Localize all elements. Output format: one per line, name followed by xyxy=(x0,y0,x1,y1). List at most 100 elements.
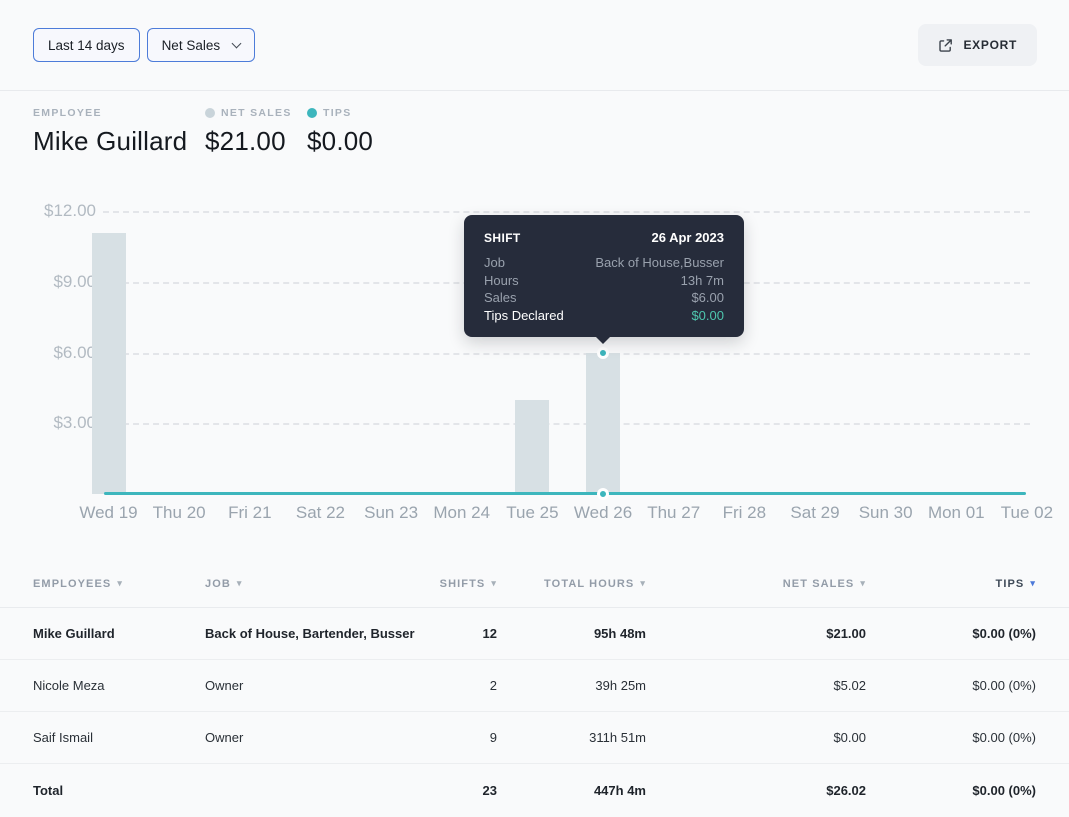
column-header-net-sales[interactable]: NET SALES ▾ xyxy=(646,578,866,590)
x-axis-label: Thu 27 xyxy=(647,503,701,522)
table-header-row: EMPLOYEES ▾ JOB ▾ SHIFTS ▾ TOTAL HOURS ▾ NET SAL… xyxy=(0,560,1069,608)
sort-arrow-icon: ▾ xyxy=(1030,578,1036,588)
cell-net-sales: $0.00 xyxy=(833,730,866,745)
gridline xyxy=(103,352,1030,355)
cell-shifts: 9 xyxy=(489,730,497,745)
tips-value: $0.00 xyxy=(307,126,374,156)
tooltip-row-label: Hours xyxy=(484,272,519,288)
tips-point-marker xyxy=(597,488,610,500)
bar-tue-25[interactable] xyxy=(515,399,550,494)
table-row-2[interactable]: Saif Ismail Owner 9 311h 51m $0.00 $0.00 (0%) xyxy=(0,712,1069,764)
cell-net-sales: $5.02 xyxy=(833,678,866,693)
tooltip-header: SHIFT 26 Apr 2023 xyxy=(484,230,724,245)
cell-shifts: 12 xyxy=(482,626,497,641)
column-header-total-hours[interactable]: TOTAL HOURS ▾ xyxy=(497,578,646,590)
tooltip-rows: Job Back of House,Busser Hours 13h 7m Sales $… xyxy=(484,254,724,324)
cell-net-sales: $21.00 xyxy=(826,626,866,641)
column-header-label: EMPLOYEES xyxy=(33,577,112,590)
tooltip-row: Tips Declared $0.00 xyxy=(484,307,724,325)
tips-dot xyxy=(307,108,317,118)
summary-header: EMPLOYEE Mike Guillard NET SALES $21.00 … xyxy=(33,107,373,157)
cell-total-hours: 95h 48m xyxy=(593,626,646,641)
sales-point-marker xyxy=(597,346,610,359)
column-header-label: SHIFTS xyxy=(439,577,486,590)
y-axis-label: $12.00 xyxy=(44,201,96,221)
x-axis-label: Tue 25 xyxy=(506,503,559,522)
cell-tips: $0.00 (0%) xyxy=(972,783,1036,798)
tooltip-date: 26 Apr 2023 xyxy=(651,230,724,245)
tooltip-row-label: Sales xyxy=(484,290,517,305)
cell-tips: $0.00 (0%) xyxy=(972,730,1036,745)
gridline xyxy=(103,211,1030,214)
x-axis-label: Mon 24 xyxy=(433,503,491,522)
x-axis-label: Sun 23 xyxy=(364,503,419,522)
table-row-1[interactable]: Nicole Meza Owner 2 39h 25m $5.02 $0.00 (0%) xyxy=(0,660,1069,712)
tooltip-row-value: $6.00 xyxy=(691,290,724,305)
tooltip-row-label: Tips Declared xyxy=(484,307,564,323)
x-axis-label: Wed 19 xyxy=(79,503,138,522)
tooltip-row-value: Back of House,Busser xyxy=(595,255,724,270)
x-axis-label: Sun 30 xyxy=(858,503,913,522)
column-header-tips[interactable]: TIPS ▾ xyxy=(866,578,1036,590)
y-axis-label: $6.00 xyxy=(53,342,96,362)
bar-wed-26[interactable] xyxy=(586,352,621,494)
metric-select-button[interactable]: Net Sales xyxy=(146,28,256,62)
column-header-label: JOB xyxy=(205,577,231,590)
tips-label: TIPS xyxy=(307,107,373,119)
column-header-shifts[interactable]: SHIFTS ▾ xyxy=(417,578,497,590)
column-header-label: TIPS xyxy=(995,577,1025,590)
date-range-label: Last 14 days xyxy=(48,37,125,53)
tooltip-row: Job Back of House,Busser xyxy=(484,254,724,272)
table-body: Mike Guillard Back of House, Bartender, B… xyxy=(0,608,1069,817)
tips-label-text: TIPS xyxy=(323,107,352,119)
y-axis-label: $3.00 xyxy=(53,413,96,433)
cell-employee: Mike Guillard xyxy=(33,626,115,641)
net-sales-label: NET SALES xyxy=(205,107,307,119)
export-button[interactable]: EXPORT xyxy=(918,24,1037,66)
employee-label: EMPLOYEE xyxy=(33,107,102,119)
x-axis-label: Fri 28 xyxy=(722,503,767,522)
cell-total-hours: 39h 25m xyxy=(595,678,646,693)
x-axis-label: Wed 26 xyxy=(573,503,633,522)
employee-sales-report-page: Last 14 days Net Sales EXPORT EMPLOYEE M… xyxy=(0,0,1069,817)
employee-name: Mike Guillard xyxy=(33,126,188,156)
employees-table: EMPLOYEES ▾ JOB ▾ SHIFTS ▾ TOTAL HOURS ▾ NET SAL… xyxy=(0,560,1069,817)
table-row-0[interactable]: Mike Guillard Back of House, Bartender, B… xyxy=(0,608,1069,660)
table-total-row[interactable]: Total 23 447h 4m $26.02 $0.00 (0%) xyxy=(0,764,1069,817)
sort-arrow-icon: ▾ xyxy=(236,578,243,588)
cell-net-sales: $26.02 xyxy=(826,783,866,798)
gridline xyxy=(103,423,1030,426)
column-header-employees[interactable]: EMPLOYEES ▾ xyxy=(33,578,205,590)
x-axis-label: Thu 20 xyxy=(152,503,206,522)
column-header-label: TOTAL HOURS xyxy=(544,577,635,590)
tooltip-title: SHIFT xyxy=(484,231,521,245)
cell-total-hours: 311h 51m xyxy=(589,730,646,745)
date-range-button[interactable]: Last 14 days xyxy=(33,28,140,62)
shift-tooltip: SHIFT 26 Apr 2023 Job Back of House,Busse… xyxy=(464,215,744,344)
net-sales-dot xyxy=(205,108,215,118)
x-axis-label: Sat 29 xyxy=(790,503,840,522)
topbar: Last 14 days Net Sales EXPORT xyxy=(0,0,1069,91)
cell-job: Owner xyxy=(205,730,244,745)
cell-tips: $0.00 (0%) xyxy=(972,626,1036,641)
bar-wed-19[interactable] xyxy=(91,233,126,494)
tooltip-row-value: 13h 7m xyxy=(680,272,724,288)
cell-employee: Saif Ismail xyxy=(33,730,93,745)
x-axis-label: Sat 22 xyxy=(295,503,346,522)
summary-net-sales: NET SALES $21.00 xyxy=(205,107,307,157)
cell-tips: $0.00 (0%) xyxy=(972,678,1036,693)
tooltip-row-value: $0.00 xyxy=(691,307,724,323)
column-header-job[interactable]: JOB ▾ xyxy=(205,578,417,590)
column-header-label: NET SALES xyxy=(782,577,855,590)
x-axis-label: Fri 21 xyxy=(228,503,272,522)
cell-shifts: 2 xyxy=(489,678,497,693)
cell-total-hours: 447h 4m xyxy=(593,783,646,798)
y-axis-label: $9.00 xyxy=(53,271,96,291)
cell-job: Owner xyxy=(205,678,244,693)
filter-button-group: Last 14 days Net Sales xyxy=(33,28,256,62)
net-sales-value: $21.00 xyxy=(205,126,286,156)
sort-arrow-icon: ▾ xyxy=(117,578,123,588)
tips-line xyxy=(104,492,1026,495)
cell-job: Back of House, Bartender, Busser xyxy=(205,626,415,641)
tooltip-row: Hours 13h 7m xyxy=(484,272,724,290)
